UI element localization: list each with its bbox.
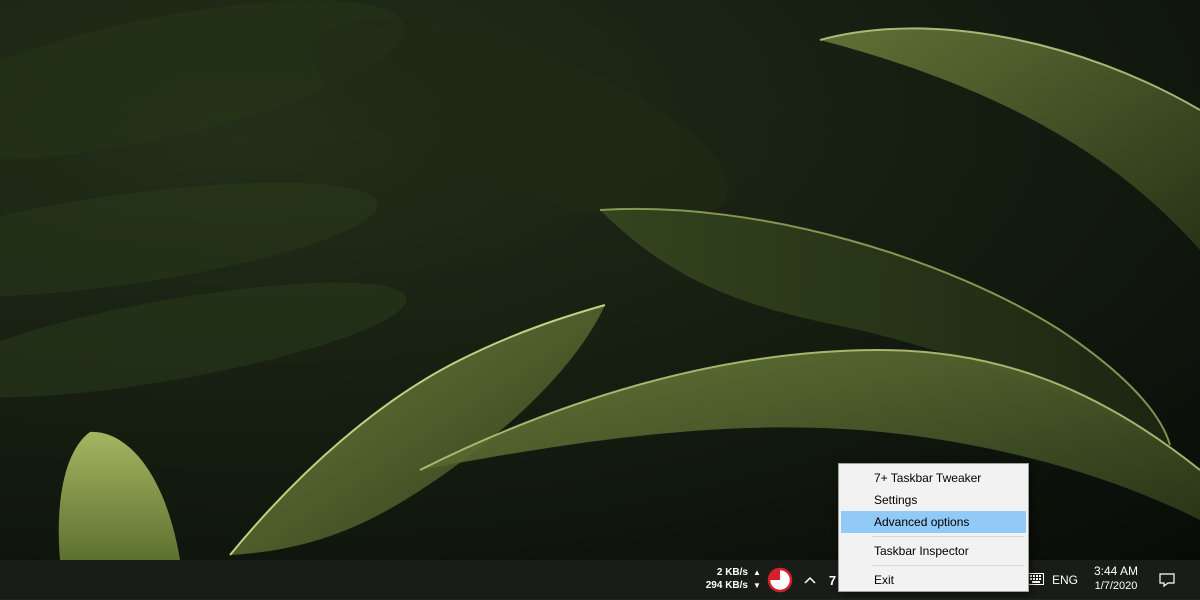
keyboard-icon[interactable] — [1028, 573, 1044, 585]
clock-date: 1/7/2020 — [1094, 580, 1138, 592]
menu-item-taskbar-tweaker[interactable]: 7+ Taskbar Tweaker — [841, 467, 1026, 489]
network-speed-meter[interactable]: 2 KB/s ▲ 294 KB/s ▼ — [700, 566, 762, 594]
taskbar-clock[interactable]: 3:44 AM 1/7/2020 — [1086, 564, 1146, 596]
upload-speed: 2 KB/s — [716, 567, 748, 578]
upload-arrow-icon: ▲ — [753, 568, 761, 577]
action-center-button[interactable] — [1150, 566, 1184, 594]
menu-item-advanced-options[interactable]: Advanced options — [841, 511, 1026, 533]
download-arrow-icon: ▼ — [753, 581, 761, 590]
notification-icon — [1159, 573, 1175, 588]
menu-item-exit[interactable]: Exit — [841, 569, 1026, 591]
menu-separator — [872, 565, 1024, 566]
download-speed: 294 KB/s — [705, 580, 748, 591]
menu-item-taskbar-inspector[interactable]: Taskbar Inspector — [841, 540, 1026, 562]
pie-chart-tray-icon[interactable] — [767, 567, 793, 593]
input-language-indicator[interactable]: ENG — [1050, 566, 1080, 594]
show-hidden-icons-chevron-icon[interactable] — [800, 566, 820, 594]
tray-context-menu: 7+ Taskbar Tweaker Settings Advanced opt… — [838, 463, 1029, 592]
clock-time: 3:44 AM — [1093, 564, 1139, 578]
desktop: 2 KB/s ▲ 294 KB/s ▼ 7 ENG 3:44 AM 1/7/20… — [0, 0, 1200, 600]
menu-separator — [872, 536, 1024, 537]
menu-item-settings[interactable]: Settings — [841, 489, 1026, 511]
